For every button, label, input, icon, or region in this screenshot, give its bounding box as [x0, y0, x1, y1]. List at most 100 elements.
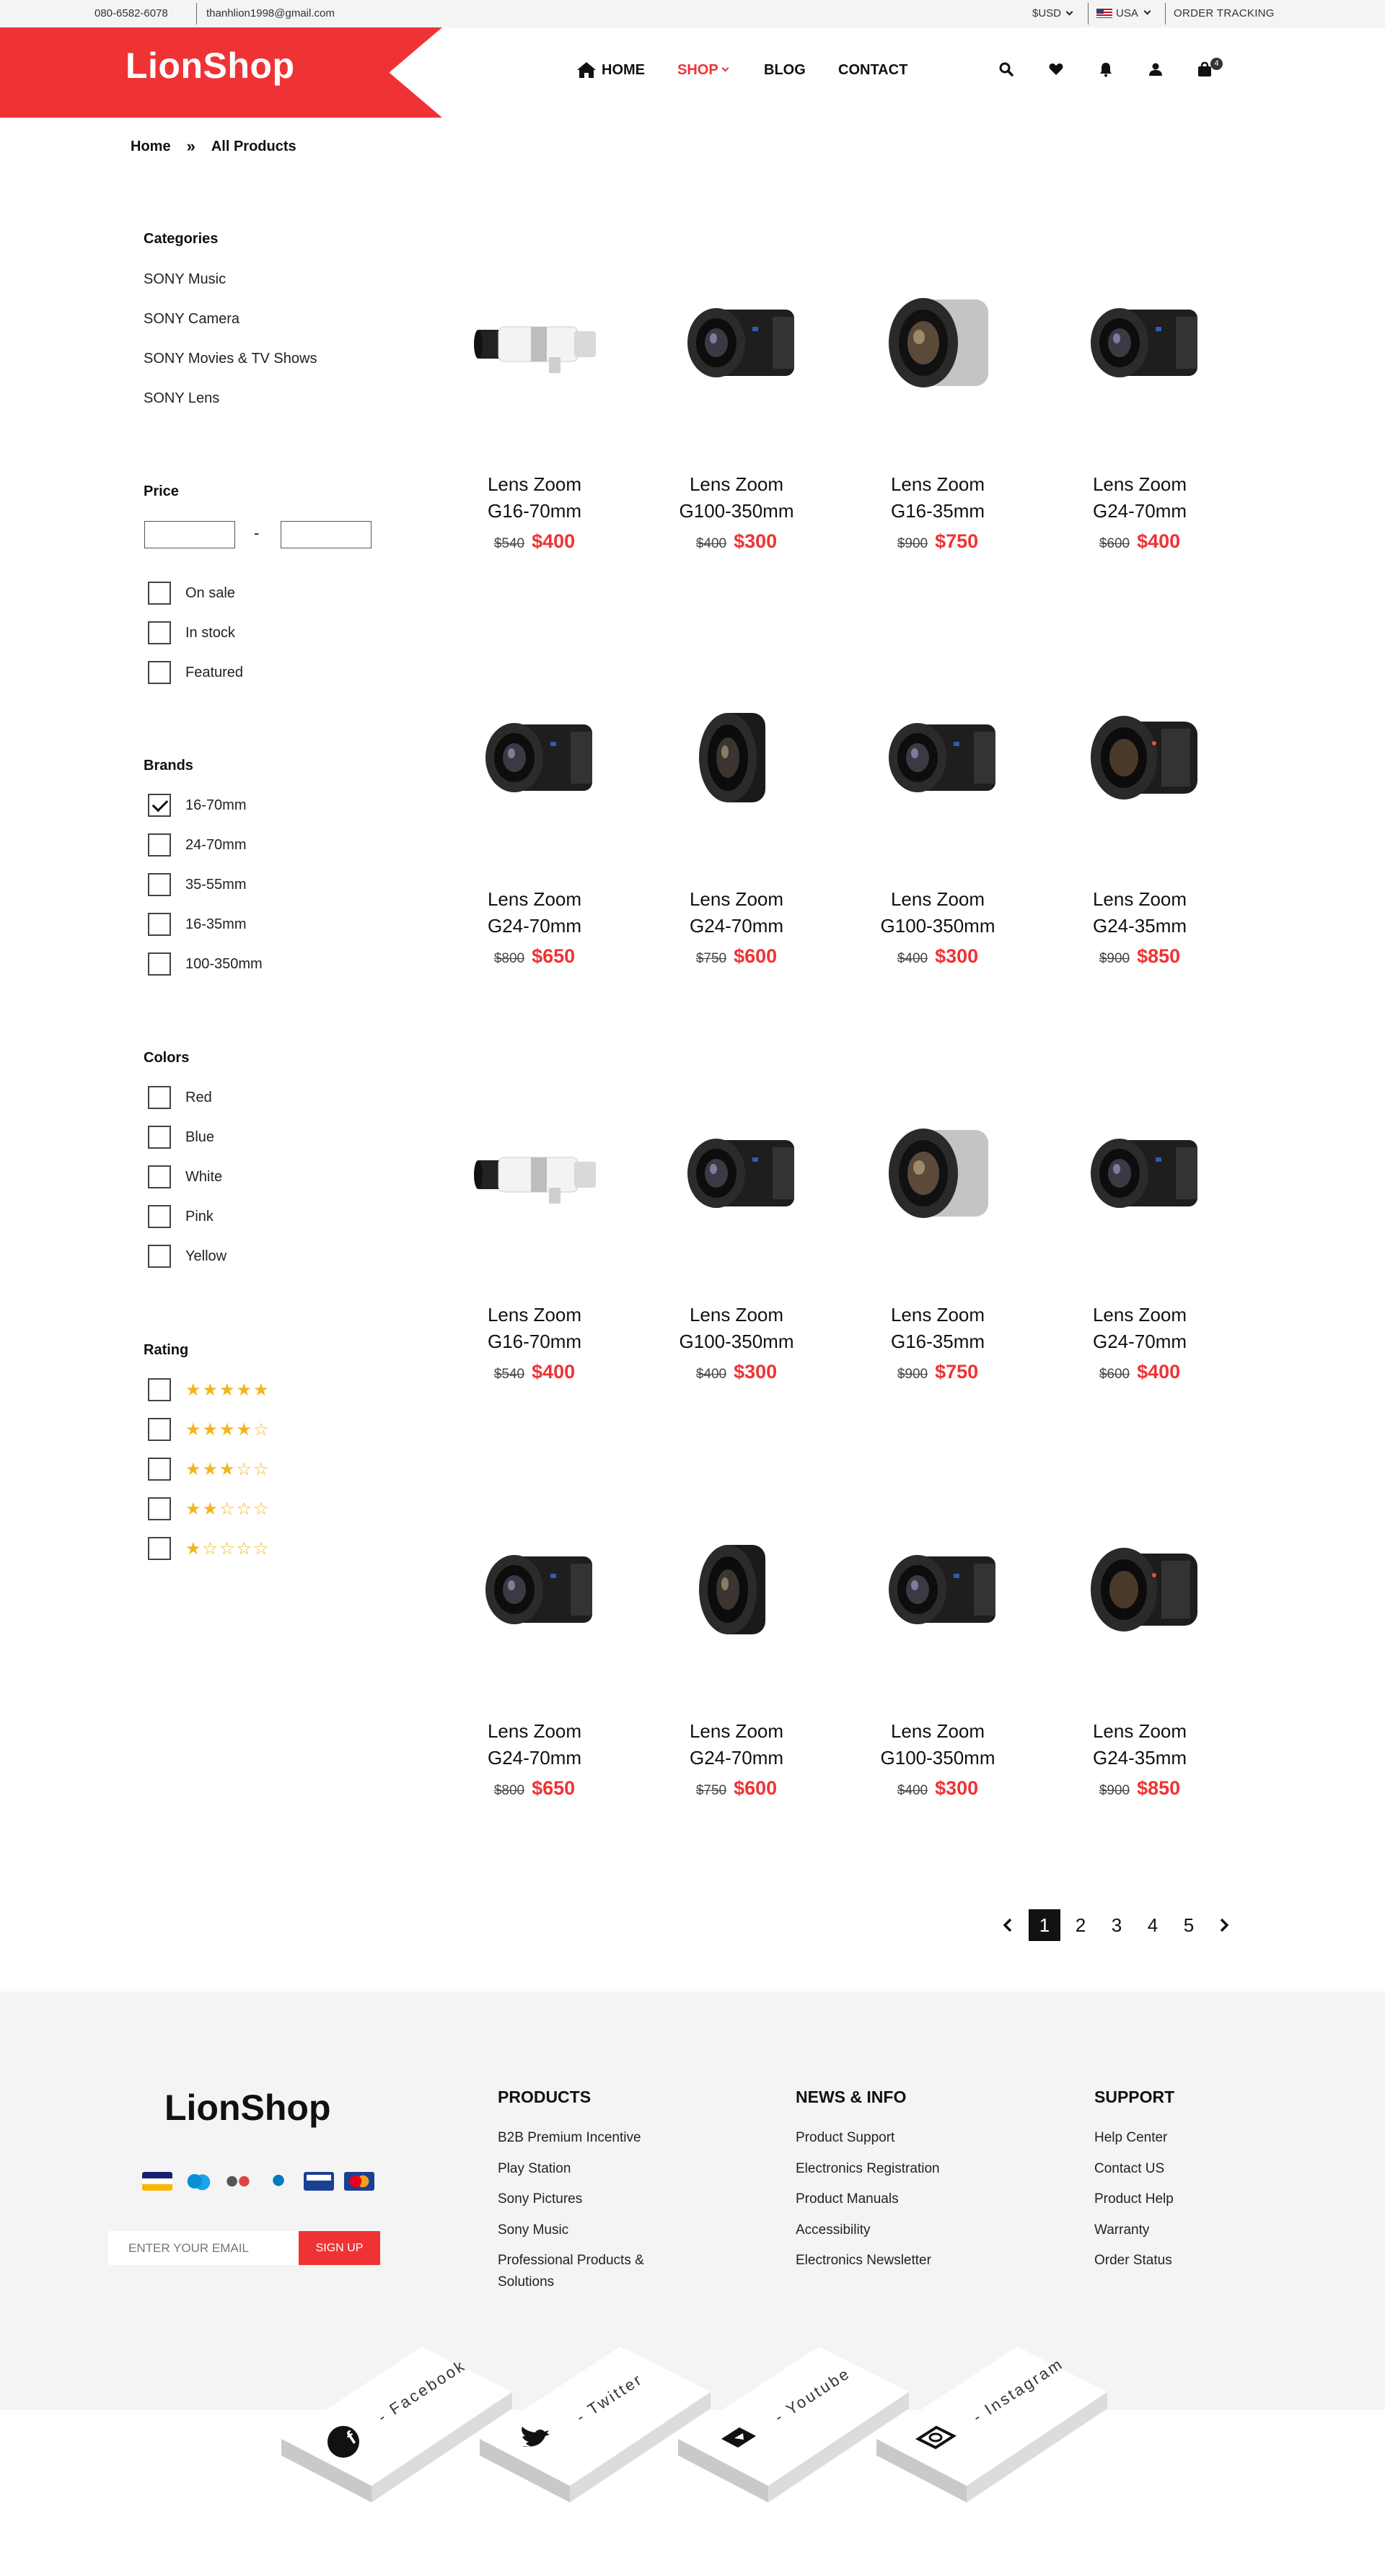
checkbox[interactable] — [148, 1378, 171, 1401]
page-2[interactable]: 2 — [1065, 1909, 1096, 1941]
footer-link[interactable]: B2B Premium Incentive — [498, 2127, 641, 2149]
product-card[interactable]: Lens Zoom G24-35mm $900 $850 — [1046, 1532, 1234, 1800]
checkbox[interactable] — [148, 952, 171, 976]
checkbox-checked[interactable] — [148, 794, 171, 817]
product-name[interactable]: Lens Zoom G16-35mm — [844, 1302, 1032, 1355]
footer-link[interactable]: Product Manuals — [796, 2189, 899, 2210]
product-card[interactable]: Lens Zoom G16-70mm $540 $400 — [441, 285, 628, 553]
product-card[interactable]: Lens Zoom G16-35mm $900 $750 — [844, 1116, 1032, 1383]
footer-link[interactable]: Electronics Registration — [796, 2158, 940, 2180]
nav-blog[interactable]: BLOG — [764, 59, 806, 81]
checkbox[interactable] — [148, 661, 171, 684]
color-filter[interactable]: White — [148, 1165, 222, 1188]
product-name[interactable]: Lens Zoom G100-350mm — [844, 1718, 1032, 1771]
brand-filter[interactable]: 100-350mm — [148, 952, 263, 976]
nav-contact[interactable]: CONTACT — [838, 59, 907, 81]
chevron-left-icon[interactable] — [1001, 1917, 1015, 1933]
product-name[interactable]: Lens Zoom G16-70mm — [441, 1302, 628, 1355]
checkbox[interactable] — [148, 1205, 171, 1228]
category-link[interactable]: SONY Music — [144, 271, 226, 288]
footer-logo[interactable]: LionShop — [164, 2087, 331, 2129]
price-max-input[interactable] — [281, 521, 371, 548]
color-filter[interactable]: Blue — [148, 1126, 214, 1149]
product-name[interactable]: Lens Zoom G24-70mm — [441, 1718, 628, 1771]
search-icon[interactable] — [998, 61, 1015, 78]
price-min-input[interactable] — [144, 521, 235, 548]
category-link[interactable]: SONY Camera — [144, 311, 239, 328]
footer-link[interactable]: Electronics Newsletter — [796, 2250, 931, 2271]
brand-filter[interactable]: 16-35mm — [148, 913, 246, 936]
currency-select[interactable]: $USD — [1032, 7, 1073, 19]
product-card[interactable]: Lens Zoom G24-35mm $900 $850 — [1046, 700, 1234, 968]
product-name[interactable]: Lens Zoom G100-350mm — [844, 886, 1032, 939]
footer-link[interactable]: Warranty — [1094, 2220, 1149, 2241]
product-card[interactable]: Lens Zoom G24-70mm $750 $600 — [643, 1532, 830, 1800]
page-4[interactable]: 4 — [1137, 1909, 1169, 1941]
product-card[interactable]: Lens Zoom G24-70mm $750 $600 — [643, 700, 830, 968]
color-filter[interactable]: Red — [148, 1086, 212, 1109]
product-card[interactable]: Lens Zoom G100-350mm $400 $300 — [844, 1532, 1032, 1800]
breadcrumb-home[interactable]: Home — [131, 139, 171, 155]
footer-link[interactable]: Product Support — [796, 2127, 894, 2149]
site-logo[interactable]: LionShop — [126, 45, 295, 87]
product-card[interactable]: Lens Zoom G24-70mm $600 $400 — [1046, 1116, 1234, 1383]
product-card[interactable]: Lens Zoom G24-70mm $800 $650 — [441, 1532, 628, 1800]
checkbox[interactable] — [148, 1245, 171, 1268]
page-5[interactable]: 5 — [1173, 1909, 1205, 1941]
footer-link[interactable]: Order Status — [1094, 2250, 1172, 2271]
product-card[interactable]: Lens Zoom G16-35mm $900 $750 — [844, 285, 1032, 553]
twitter-tile[interactable]: - Twitter — [480, 2347, 711, 2502]
checkbox[interactable] — [148, 582, 171, 605]
footer-link[interactable]: Play Station — [498, 2158, 571, 2180]
checkbox[interactable] — [148, 833, 171, 857]
rating-filter[interactable]: ★★★★☆ — [148, 1418, 271, 1441]
checkbox[interactable] — [148, 1126, 171, 1149]
product-name[interactable]: Lens Zoom G24-70mm — [1046, 471, 1234, 525]
page-3[interactable]: 3 — [1101, 1909, 1133, 1941]
rating-filter[interactable]: ★☆☆☆☆ — [148, 1537, 271, 1560]
brand-filter[interactable]: 35-55mm — [148, 873, 246, 896]
checkbox[interactable] — [148, 873, 171, 896]
page-1[interactable]: 1 — [1029, 1909, 1060, 1941]
brand-filter[interactable]: 16-70mm — [148, 794, 246, 817]
footer-link[interactable]: Help Center — [1094, 2127, 1167, 2149]
category-link[interactable]: SONY Lens — [144, 390, 219, 407]
category-link[interactable]: SONY Movies & TV Shows — [144, 351, 317, 367]
product-name[interactable]: Lens Zoom G24-70mm — [1046, 1302, 1234, 1355]
product-card[interactable]: Lens Zoom G16-70mm $540 $400 — [441, 1116, 628, 1383]
facebook-tile[interactable]: f - Facebook — [281, 2347, 512, 2502]
product-name[interactable]: Lens Zoom G24-70mm — [441, 886, 628, 939]
nav-shop[interactable]: SHOP — [677, 59, 729, 81]
color-filter[interactable]: Yellow — [148, 1245, 227, 1268]
rating-filter[interactable]: ★★★☆☆ — [148, 1458, 271, 1481]
product-name[interactable]: Lens Zoom G16-35mm — [844, 471, 1032, 525]
checkbox[interactable] — [148, 621, 171, 644]
product-card[interactable]: Lens Zoom G24-70mm $800 $650 — [441, 700, 628, 968]
nav-home[interactable]: HOME — [576, 59, 645, 81]
brand-filter[interactable]: 24-70mm — [148, 833, 246, 857]
signup-button[interactable]: SIGN UP — [299, 2231, 380, 2265]
checkbox[interactable] — [148, 1537, 171, 1560]
instagram-tile[interactable]: - Instagram — [876, 2347, 1107, 2502]
product-name[interactable]: Lens Zoom G100-350mm — [643, 1302, 830, 1355]
order-tracking-link[interactable]: ORDER TRACKING — [1174, 7, 1275, 19]
chevron-right-icon[interactable] — [1217, 1917, 1231, 1933]
footer-link[interactable]: Contact US — [1094, 2158, 1164, 2180]
product-card[interactable]: Lens Zoom G100-350mm $400 $300 — [643, 285, 830, 553]
contact-email[interactable]: thanhlion1998@gmail.com — [206, 7, 335, 19]
youtube-tile[interactable]: - Youtube — [678, 2347, 909, 2502]
product-card[interactable]: Lens Zoom G100-350mm $400 $300 — [643, 1116, 830, 1383]
rating-filter[interactable]: ★★★★★ — [148, 1378, 271, 1401]
product-name[interactable]: Lens Zoom G24-35mm — [1046, 886, 1234, 939]
checkbox[interactable] — [148, 1086, 171, 1109]
filter-on-sale[interactable]: On sale — [148, 582, 235, 605]
footer-link[interactable]: Sony Music — [498, 2220, 568, 2241]
product-card[interactable]: Lens Zoom G100-350mm $400 $300 — [844, 700, 1032, 968]
checkbox[interactable] — [148, 913, 171, 936]
user-icon[interactable] — [1147, 61, 1164, 78]
rating-filter[interactable]: ★★☆☆☆ — [148, 1497, 271, 1520]
filter-featured[interactable]: Featured — [148, 661, 243, 684]
product-name[interactable]: Lens Zoom G24-70mm — [643, 886, 830, 939]
checkbox[interactable] — [148, 1165, 171, 1188]
checkbox[interactable] — [148, 1418, 171, 1441]
